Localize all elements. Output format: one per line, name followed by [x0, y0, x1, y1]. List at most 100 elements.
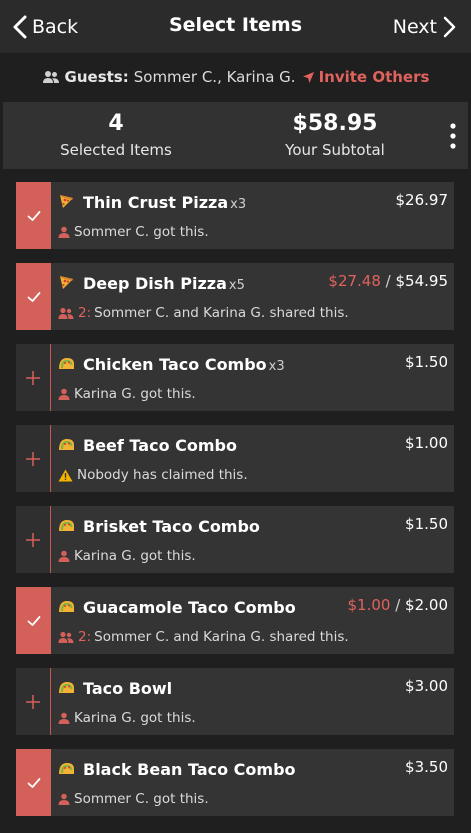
price-area: $1.50 — [405, 515, 448, 533]
item-name: Taco Bowl — [83, 679, 173, 698]
check-icon — [27, 210, 40, 221]
pizza-icon — [60, 276, 73, 289]
claim-text: Karina G. got this. — [74, 710, 196, 726]
selected-items-summary: 4 Selected Items — [41, 110, 191, 159]
select-toggle[interactable] — [16, 344, 51, 411]
plus-icon — [26, 694, 40, 709]
price-area: $3.00 — [405, 677, 448, 695]
item-card[interactable]: Brisket Taco Combo $1.50 Karina G. got thi… — [16, 506, 454, 573]
item-name-row: Black Bean Taco Combo — [83, 760, 296, 779]
check-icon — [27, 615, 40, 626]
claim-count: 2: — [78, 305, 92, 321]
next-button[interactable]: Next — [393, 12, 459, 42]
claim-status: 2: Sommer C. and Karina G. shared this. — [58, 305, 349, 321]
person-icon — [58, 550, 70, 562]
plus-icon — [26, 370, 40, 385]
select-toggle[interactable] — [16, 506, 51, 573]
claim-text: Sommer C. and Karina G. shared this. — [94, 305, 349, 321]
item-name: Deep Dish Pizza — [83, 274, 227, 293]
people-icon — [58, 307, 74, 319]
summary-bar: 4 Selected Items $58.95 Your Subtotal — [3, 102, 468, 169]
price-area: $1.00 — [405, 434, 448, 452]
person-icon — [58, 226, 70, 238]
item-name: Black Bean Taco Combo — [83, 760, 296, 779]
claim-status: Karina G. got this. — [58, 386, 196, 402]
select-toggle[interactable] — [16, 668, 51, 735]
plus-icon — [26, 451, 40, 466]
taco-icon — [59, 520, 74, 531]
share-price: $27.48 — [328, 272, 381, 290]
nav-bar: Back Select Items Next — [0, 0, 471, 54]
more-options-icon[interactable] — [446, 122, 460, 150]
chevron-right-icon — [443, 16, 456, 38]
price-divider: / — [390, 596, 406, 614]
price-area: $1.00 / $2.00 — [348, 596, 449, 614]
selected-toggle[interactable] — [16, 182, 51, 249]
item-name-row: Guacamole Taco Combo — [83, 598, 296, 617]
price-area: $1.50 — [405, 353, 448, 371]
selected-label: Selected Items — [60, 141, 172, 159]
guests-label: Guests: — [64, 68, 129, 86]
claim-status: 2: Sommer C. and Karina G. shared this. — [58, 629, 349, 645]
subtotal-summary: $58.95 Your Subtotal — [260, 110, 410, 159]
person-icon — [58, 388, 70, 400]
item-quantity: x3 — [230, 197, 247, 212]
subtotal-label: Your Subtotal — [285, 141, 385, 159]
item-name-row: Chicken Taco Combo x3 — [83, 355, 285, 374]
item-card[interactable]: Taco Bowl $3.00 Karina G. got this. — [16, 668, 454, 735]
taco-icon — [59, 439, 74, 450]
next-label: Next — [392, 16, 437, 38]
item-price: $2.00 — [405, 596, 448, 614]
item-name-row: Brisket Taco Combo — [83, 517, 260, 536]
claim-status: Nobody has claimed this. — [58, 467, 248, 483]
taco-icon — [59, 682, 74, 693]
item-price: $3.50 — [405, 758, 448, 776]
item-price: $3.00 — [405, 677, 448, 695]
item-card[interactable]: Deep Dish Pizza x5 $27.48 / $54.95 2: Sommer… — [16, 263, 454, 330]
subtotal-value: $58.95 — [292, 111, 378, 136]
selected-toggle[interactable] — [16, 587, 51, 654]
guest-names: Sommer C., Karina G. — [133, 68, 296, 86]
price-area: $26.97 — [396, 191, 449, 209]
item-name-row: Thin Crust Pizza x3 — [83, 193, 246, 212]
claim-text: Sommer C. and Karina G. shared this. — [94, 629, 349, 645]
plus-icon — [26, 532, 40, 547]
warning-icon — [58, 469, 73, 481]
people-icon — [58, 631, 74, 643]
item-card[interactable]: Chicken Taco Combo x3 $1.50 Karina G. got t… — [16, 344, 454, 411]
invite-label: Invite Others — [318, 68, 430, 86]
item-card[interactable]: Beef Taco Combo $1.00 Nobody has claimed t… — [16, 425, 454, 492]
guests-bar: Guests: Sommer C., Karina G. Invite Othe… — [0, 53, 471, 101]
selected-toggle[interactable] — [16, 749, 51, 816]
item-card[interactable]: Thin Crust Pizza x3 $26.97 Sommer C. got th… — [16, 182, 454, 249]
item-price: $1.00 — [405, 434, 448, 452]
taco-icon — [59, 601, 74, 612]
claim-text: Sommer C. got this. — [74, 791, 209, 807]
item-quantity: x5 — [228, 278, 245, 293]
pizza-icon — [60, 195, 73, 208]
send-icon — [302, 71, 314, 83]
claim-status: Sommer C. got this. — [58, 791, 209, 807]
selected-count: 4 — [108, 111, 124, 136]
selected-toggle[interactable] — [16, 263, 51, 330]
item-name-row: Taco Bowl — [83, 679, 172, 698]
item-card[interactable]: Guacamole Taco Combo $1.00 / $2.00 2: Somme… — [16, 587, 454, 654]
item-card[interactable]: Black Bean Taco Combo $3.50 Sommer C. got … — [16, 749, 454, 816]
claim-status: Sommer C. got this. — [58, 224, 209, 240]
claim-text: Nobody has claimed this. — [77, 467, 248, 483]
invite-others-link[interactable]: Invite Others — [302, 68, 430, 86]
item-price: $1.50 — [405, 515, 448, 533]
check-icon — [27, 777, 40, 788]
item-name-row: Beef Taco Combo — [83, 436, 237, 455]
item-quantity: x3 — [268, 359, 285, 374]
price-area: $27.48 / $54.95 — [328, 272, 448, 290]
item-name: Brisket Taco Combo — [83, 517, 260, 536]
taco-icon — [59, 763, 74, 774]
select-toggle[interactable] — [16, 425, 51, 492]
price-divider: / — [380, 272, 396, 290]
claim-text: Sommer C. got this. — [74, 224, 209, 240]
claim-count: 2: — [78, 629, 92, 645]
price-area: $3.50 — [405, 758, 448, 776]
taco-icon — [59, 358, 74, 369]
item-name-row: Deep Dish Pizza x5 — [83, 274, 245, 293]
